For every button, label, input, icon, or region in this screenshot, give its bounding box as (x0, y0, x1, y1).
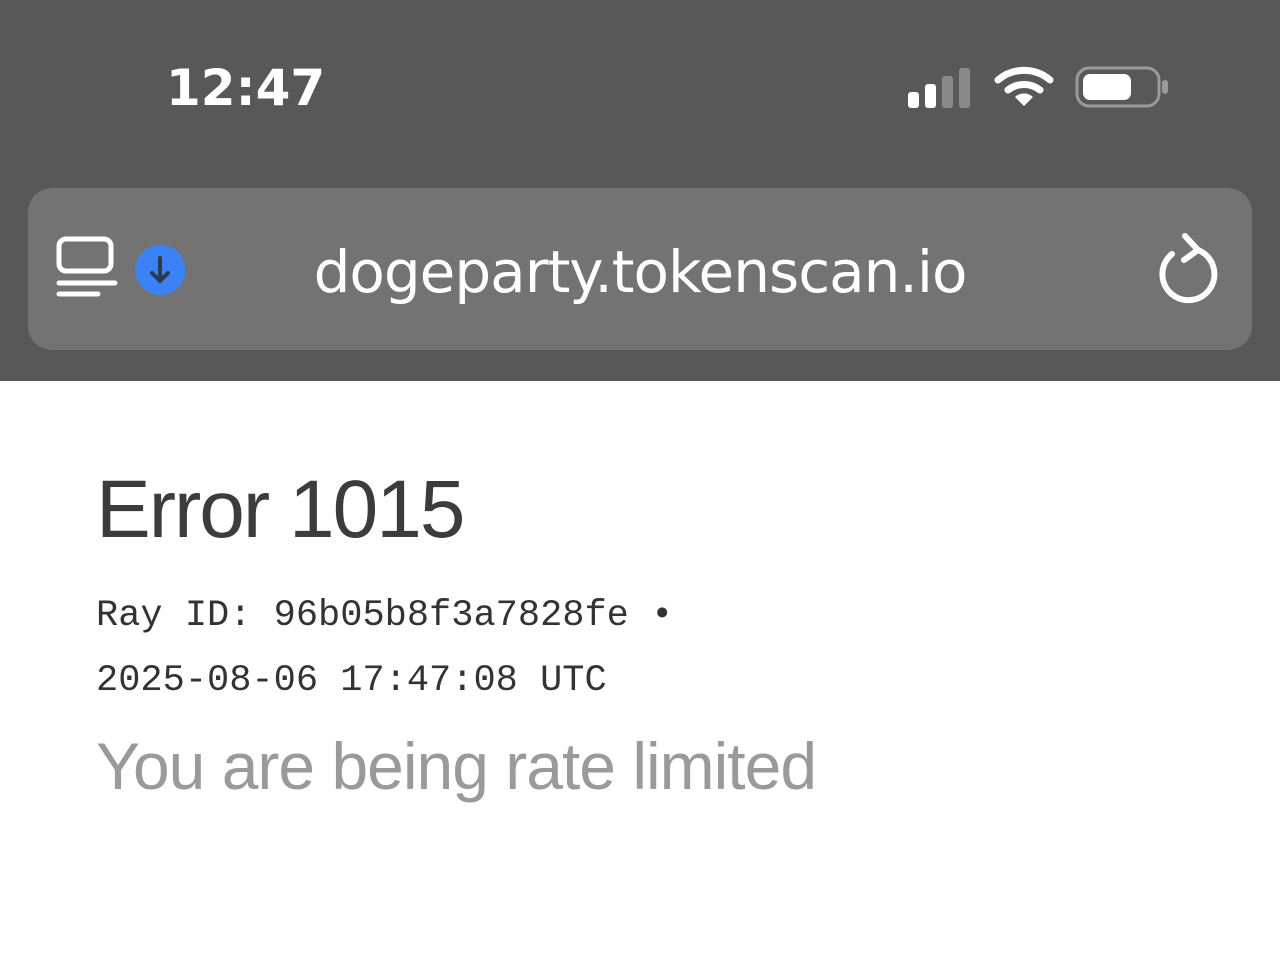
wifi-icon (994, 66, 1054, 106)
download-icon[interactable] (134, 244, 186, 296)
reload-icon[interactable] (1152, 230, 1218, 304)
url-text[interactable]: dogeparty.tokenscan.io (200, 236, 1080, 308)
status-icons (900, 62, 1180, 112)
battery-icon (1075, 66, 1168, 108)
timestamp-line: 2025-08-06 17:47:08 UTC (96, 660, 607, 702)
status-time: 12:47 (166, 59, 326, 117)
browser-chrome: 12:47 dogeparty.tokenscan.io (0, 0, 1280, 381)
error-title: Error 1015 (96, 464, 465, 555)
rate-limit-message: You are being rate limited (96, 729, 817, 803)
ray-id-line: Ray ID: 96b05b8f3a7828fe • (96, 595, 674, 637)
reader-mode-icon[interactable] (56, 236, 118, 306)
signal-icon (908, 68, 970, 108)
